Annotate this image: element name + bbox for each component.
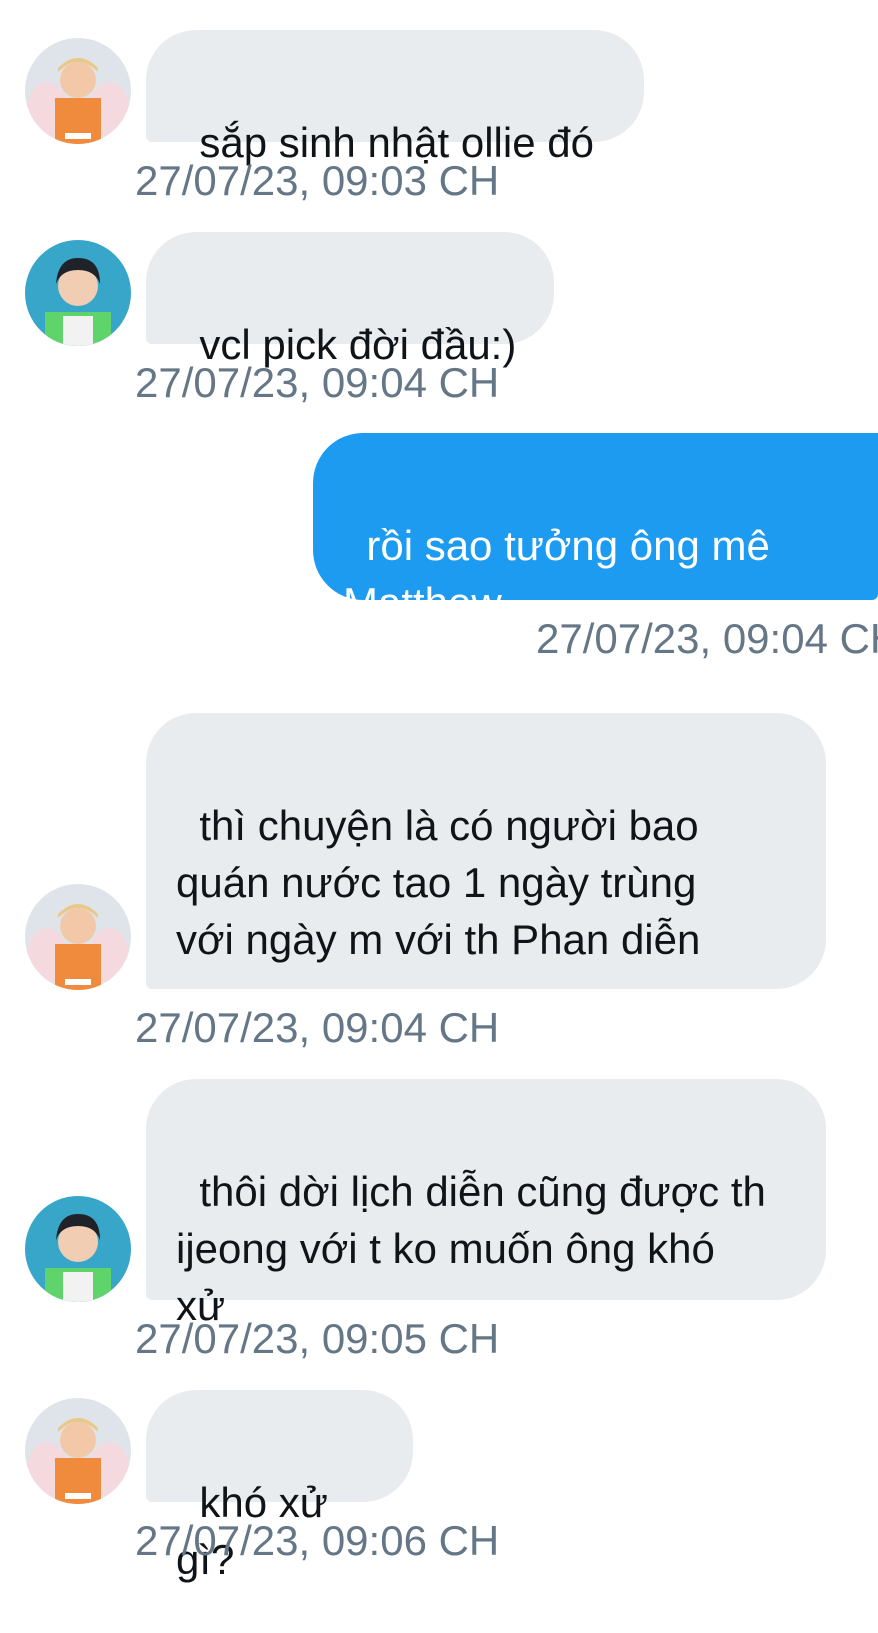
message-bubble[interactable]: thôi dời lịch diễn cũng được th ijeong v… (146, 1079, 826, 1329)
message-timestamp: 27/07/23, 09:04 CH (135, 1004, 500, 1051)
message-timestamp: 27/07/23, 09:04 CH (135, 359, 500, 406)
message-timestamp: 27/07/23, 09:03 CH (135, 157, 500, 204)
sender-avatar[interactable] (25, 38, 131, 144)
sender-avatar[interactable] (25, 884, 131, 990)
message-timestamp: 27/07/23, 09:06 CH (135, 1517, 500, 1564)
message-text: thì chuyện là có người bao quán nước tao… (176, 802, 701, 963)
message-bubble-outgoing[interactable]: rồi sao tưởng ông mê Matthew (313, 433, 878, 626)
message-timestamp: 27/07/23, 09:04 CH (536, 615, 878, 662)
message-text: rồi sao tưởng ông mê Matthew (343, 522, 770, 626)
message-bubble[interactable]: vcl pick đời đầu:) (146, 232, 554, 368)
sender-avatar[interactable] (25, 1196, 131, 1302)
message-timestamp: 27/07/23, 09:05 CH (135, 1315, 500, 1362)
avatar-orange-bunny-icon (25, 1398, 131, 1504)
avatar-blue-jacket-icon (25, 1196, 131, 1302)
avatar-orange-bunny-icon (25, 884, 131, 990)
message-bubble[interactable]: thì chuyện là có người bao quán nước tao… (146, 713, 826, 1196)
message-bubble[interactable]: khó xử gì? (146, 1390, 413, 1583)
sender-avatar[interactable] (25, 1398, 131, 1504)
avatar-orange-bunny-icon (25, 38, 131, 144)
sender-avatar[interactable] (25, 240, 131, 346)
message-text: thôi dời lịch diễn cũng được th ijeong v… (176, 1168, 766, 1329)
message-bubble[interactable]: sắp sinh nhật ollie đó (146, 30, 644, 166)
avatar-blue-jacket-icon (25, 240, 131, 346)
